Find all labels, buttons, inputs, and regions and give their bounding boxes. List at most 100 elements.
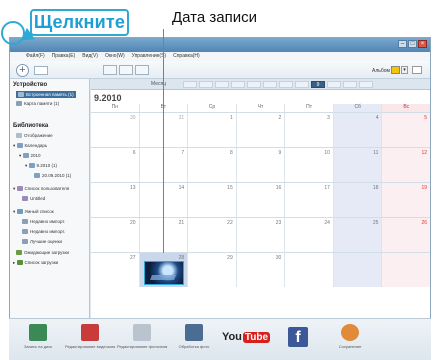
sidebar-item-month[interactable]: ▾ 9.2010 (1) <box>25 163 57 169</box>
day-cell[interactable]: 8 <box>188 148 237 182</box>
sidebar-item-year[interactable]: ▾ 2010 <box>19 153 41 159</box>
video-thumbnail[interactable] <box>143 261 184 285</box>
weekday-mon: Пн <box>91 104 140 112</box>
day-cell[interactable]: 30 <box>91 113 140 147</box>
month-5[interactable] <box>247 81 261 88</box>
sidebar-item-upload-list[interactable]: ▸ Список загрузки <box>13 260 58 266</box>
month-11[interactable] <box>343 81 357 88</box>
album-icon[interactable] <box>391 66 400 74</box>
day-cell[interactable] <box>382 253 430 287</box>
day-cell[interactable]: 20 <box>91 218 140 252</box>
upload-pending-icon <box>16 250 22 256</box>
weekday-fri: Пт <box>285 104 334 112</box>
day-cell[interactable]: 2 <box>237 113 286 147</box>
sidebar: Устройство Встроенная память (1) Карта п… <box>10 79 90 352</box>
grid-view-icon[interactable] <box>103 65 117 75</box>
day-cell[interactable]: 22 <box>188 218 237 252</box>
menu-file[interactable]: Файл(F) <box>26 52 45 61</box>
day-cell[interactable]: 29 <box>188 253 237 287</box>
disc-burn-button[interactable]: Запись на диск <box>13 324 63 358</box>
day-cell[interactable]: 27 <box>91 253 140 287</box>
day-cell[interactable]: 5 <box>382 113 430 147</box>
add-button[interactable]: + <box>16 64 29 77</box>
sidebar-item-memory-card[interactable]: Карта памяти (1) <box>16 101 59 107</box>
month-1[interactable] <box>183 81 197 88</box>
day-cell[interactable]: 23 <box>237 218 286 252</box>
day-cell[interactable]: 19 <box>382 183 430 217</box>
month-8[interactable] <box>295 81 309 88</box>
day-cell-recorded[interactable]: 28 <box>139 253 189 287</box>
day-cell[interactable]: 26 <box>382 218 430 252</box>
month-7[interactable] <box>279 81 293 88</box>
list-view-icon[interactable] <box>119 65 133 75</box>
sidebar-item-calendar[interactable]: ▾ Календарь <box>13 143 47 149</box>
youtube-button[interactable]: You Tube <box>221 324 271 358</box>
day-cell[interactable]: 17 <box>285 183 334 217</box>
save-button[interactable]: Сохранение <box>325 324 375 358</box>
video-edit-icon <box>81 324 99 341</box>
sidebar-item-display[interactable]: Отображение <box>16 133 53 139</box>
maximize-icon[interactable]: □ <box>408 40 417 48</box>
day-cell[interactable]: 11 <box>333 148 383 182</box>
menu-edit[interactable]: Правка(E) <box>52 52 76 61</box>
sidebar-item-recent-import-1[interactable]: Недавно импорт. <box>22 219 65 225</box>
weekday-sun: Вс <box>382 104 430 112</box>
smart-list-icon <box>22 239 28 245</box>
day-cell[interactable]: 3 <box>285 113 334 147</box>
menu-window[interactable]: Окно(W) <box>105 52 125 61</box>
month-12[interactable] <box>359 81 373 88</box>
sidebar-item-user-list[interactable]: ▾ Список пользователя <box>13 186 69 192</box>
weekday-header: Пн Вт Ср Чт Пт Сб Вс <box>91 104 430 112</box>
calendar-grid: Пн Вт Ср Чт Пт Сб Вс 30 31 1 2 3 4 5 6 7… <box>91 104 430 287</box>
export-button[interactable]: Обработка фото <box>169 324 219 358</box>
menu-manage[interactable]: Управление(S) <box>132 52 166 61</box>
day-cell[interactable]: 15 <box>188 183 237 217</box>
sidebar-item-day[interactable]: 20.09.2010 (1) <box>34 173 71 179</box>
action-label: Запись на диск <box>23 344 53 349</box>
sidebar-item-best-rated[interactable]: Лучшие оценки <box>22 239 62 245</box>
chevron-down-icon[interactable]: ▾ <box>401 66 408 74</box>
day-cell[interactable]: 9 <box>237 148 286 182</box>
save-icon <box>341 324 359 341</box>
day-cell[interactable]: 18 <box>333 183 383 217</box>
upload-list-icon <box>16 260 23 266</box>
day-cell[interactable]: 1 <box>188 113 237 147</box>
day-cell[interactable] <box>333 253 383 287</box>
month-2[interactable] <box>199 81 213 88</box>
day-cell[interactable]: 13 <box>91 183 140 217</box>
day-cell[interactable]: 4 <box>333 113 383 147</box>
sidebar-item-recent-import-2[interactable]: Недавно импорт. <box>22 229 65 235</box>
minimize-icon[interactable]: – <box>398 40 407 48</box>
tool-options-button[interactable] <box>34 66 48 75</box>
day-cell[interactable]: 24 <box>285 218 334 252</box>
day-cell[interactable]: 30 <box>237 253 286 287</box>
menu-help[interactable]: Справка(H) <box>173 52 200 61</box>
device-heading: Устройство <box>13 82 48 88</box>
day-cell[interactable]: 12 <box>382 148 430 182</box>
week-row: 20 21 22 23 24 25 26 <box>91 217 430 252</box>
day-cell[interactable] <box>285 253 334 287</box>
sidebar-item-pending-upload[interactable]: Ожидающие загрузки <box>16 250 69 256</box>
sidebar-item-smart-list[interactable]: ▾ Умный список <box>13 209 54 215</box>
facebook-button[interactable]: f <box>273 324 323 358</box>
day-cell[interactable]: 6 <box>91 148 140 182</box>
menu-view[interactable]: Вид(V) <box>82 52 98 61</box>
month-6[interactable] <box>263 81 277 88</box>
video-edit-button[interactable]: Редактирование видеозаписей <box>65 324 115 358</box>
sidebar-item-internal-memory[interactable]: Встроенная память (1) <box>16 91 76 99</box>
sidebar-item-untitled[interactable]: Untitled <box>22 196 45 202</box>
day-cell[interactable]: 16 <box>237 183 286 217</box>
close-icon[interactable]: × <box>418 40 427 48</box>
day-cell[interactable]: 10 <box>285 148 334 182</box>
month-4[interactable] <box>231 81 245 88</box>
edit-album-icon[interactable] <box>412 66 422 74</box>
month-9[interactable]: 9 <box>311 81 325 88</box>
month-10[interactable] <box>327 81 341 88</box>
calendar-icon <box>22 153 29 159</box>
calendar-title: 9.2010 <box>94 93 122 103</box>
photo-edit-button[interactable]: Редактирование фотоснимков <box>117 324 167 358</box>
export-icon <box>185 324 203 341</box>
month-3[interactable] <box>215 81 229 88</box>
calendar-view-icon[interactable] <box>135 65 149 75</box>
day-cell[interactable]: 25 <box>333 218 383 252</box>
